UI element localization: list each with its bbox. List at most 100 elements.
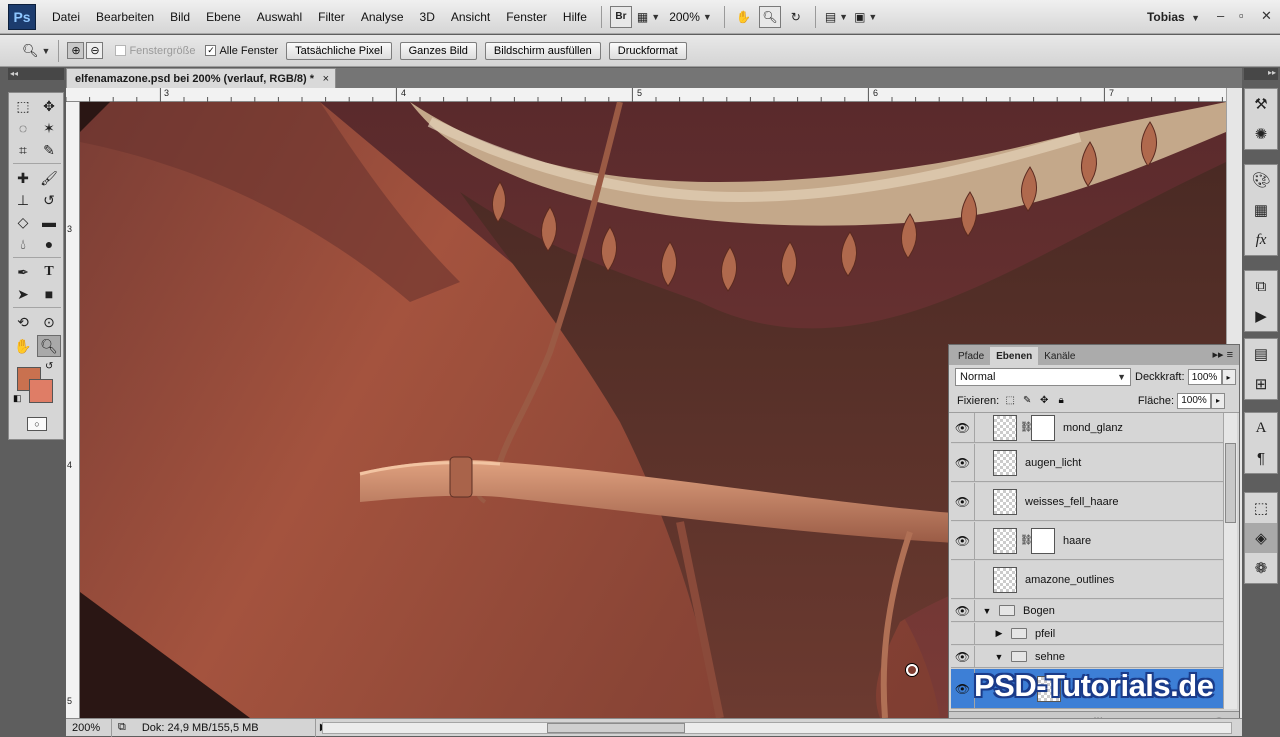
- layer-row[interactable]: 👁︎ augen_licht: [951, 444, 1225, 482]
- print-size-button[interactable]: Druckformat: [608, 41, 687, 60]
- zoom-tool[interactable]: 🔍︎: [37, 335, 61, 357]
- paragraph-panel-button[interactable]: ¶: [1245, 443, 1277, 473]
- layer-row[interactable]: 👁︎ weisses_fell_haare: [951, 483, 1225, 521]
- visibility-eye-icon[interactable]: 👁︎: [951, 483, 975, 520]
- lasso-tool[interactable]: ◌: [11, 117, 35, 139]
- lock-all-icon[interactable]: 🔒︎: [1055, 395, 1067, 407]
- lock-pixels-icon[interactable]: ✎: [1021, 395, 1033, 407]
- type-tool[interactable]: T: [37, 261, 61, 283]
- lock-position-icon[interactable]: ✥: [1038, 395, 1050, 407]
- workspace-user-menu[interactable]: Tobias ▼: [1147, 10, 1200, 24]
- swap-colors-icon[interactable]: ↺: [45, 361, 53, 372]
- tab-pfade[interactable]: Pfade: [952, 347, 990, 365]
- opacity-input[interactable]: 100%: [1187, 369, 1222, 385]
- fill-slider-button[interactable]: ▸: [1211, 392, 1225, 409]
- visibility-eye-empty[interactable]: [951, 623, 975, 644]
- visibility-eye-icon[interactable]: 👁︎: [951, 600, 975, 621]
- resize-windows-checkbox[interactable]: Fenstergröße: [115, 45, 195, 57]
- visibility-eye-icon[interactable]: 👁︎: [951, 522, 975, 559]
- menu-analyse[interactable]: Analyse: [353, 10, 412, 24]
- zoom-status-field[interactable]: 200%: [66, 718, 112, 737]
- swatches-panel-button[interactable]: ▦: [1245, 195, 1277, 225]
- bridge-button[interactable]: Br: [609, 5, 632, 28]
- actions-panel-button[interactable]: ▶: [1245, 301, 1277, 331]
- healing-brush-tool[interactable]: ✚: [11, 167, 35, 189]
- layer-mask-thumbnail[interactable]: [1031, 527, 1055, 554]
- screen-mode-button[interactable]: ▣ ▼: [853, 6, 878, 28]
- menu-datei[interactable]: Datei: [44, 10, 88, 24]
- panel-menu-icon[interactable]: ▸▸ ≡: [1212, 348, 1233, 361]
- lock-transparency-icon[interactable]: ⬚: [1004, 395, 1016, 407]
- 3d-rotate-tool[interactable]: ⟲: [11, 311, 35, 333]
- visibility-eye-empty[interactable]: [951, 561, 975, 598]
- layer-group-row[interactable]: ▶ pfeil: [951, 623, 1225, 645]
- magic-wand-tool[interactable]: ✶: [37, 117, 61, 139]
- menu-auswahl[interactable]: Auswahl: [249, 10, 310, 24]
- background-color-swatch[interactable]: [29, 379, 53, 403]
- layer-row[interactable]: 👁︎ ⛓ haare: [951, 522, 1225, 560]
- layers-panel-button[interactable]: ◈: [1245, 523, 1277, 553]
- expanded-arrow-icon[interactable]: ▼: [981, 606, 993, 616]
- link-chain-icon[interactable]: ⛓: [1020, 422, 1033, 433]
- blend-mode-select[interactable]: Normal ▼: [955, 368, 1131, 386]
- opacity-slider-button[interactable]: ▸: [1221, 369, 1236, 385]
- link-chain-icon[interactable]: ⛓: [1020, 535, 1033, 546]
- zoom-tool-button[interactable]: 🔍︎: [758, 5, 781, 28]
- maximize-icon[interactable]: ▫: [1239, 8, 1244, 23]
- menu-bearbeiten[interactable]: Bearbeiten: [88, 10, 162, 24]
- rotate-view-button[interactable]: ↻: [785, 6, 807, 28]
- dock-header[interactable]: ▸▸: [1244, 68, 1278, 80]
- fit-screen-button[interactable]: Ganzes Bild: [399, 41, 477, 60]
- toolbox-header[interactable]: ◂◂: [8, 68, 64, 80]
- zoom-level-select[interactable]: 200% ▼: [669, 10, 712, 24]
- history-brush-tool[interactable]: ↺: [37, 189, 61, 211]
- zoom-in-button[interactable]: ⊕: [67, 42, 85, 59]
- eraser-tool[interactable]: ◇: [11, 211, 35, 233]
- minimize-icon[interactable]: –: [1217, 8, 1224, 23]
- quick-mask-button[interactable]: ○: [27, 417, 47, 431]
- canvas-horizontal-scrollbar[interactable]: [322, 722, 1232, 734]
- document-tab[interactable]: elfenamazone.psd bei 200% (verlauf, RGB/…: [66, 68, 336, 88]
- menu-ansicht[interactable]: Ansicht: [443, 10, 498, 24]
- hand-tool-button[interactable]: ✋: [733, 6, 755, 28]
- actual-pixels-button[interactable]: Tatsächliche Pixel: [286, 41, 392, 60]
- scrollbar-thumb[interactable]: [1225, 443, 1236, 523]
- menu-bild[interactable]: Bild: [162, 10, 198, 24]
- document-info[interactable]: Dok: 24,9 MB/155,5 MB: [126, 718, 316, 737]
- arrange-documents-button[interactable]: ▤ ▼: [824, 6, 849, 28]
- all-windows-checkbox[interactable]: ✓ Alle Fenster: [205, 45, 278, 57]
- default-colors-icon[interactable]: ◧: [13, 393, 22, 404]
- eyedropper-tool[interactable]: ✎: [37, 139, 61, 161]
- status-info-icon[interactable]: ⧉: [112, 721, 126, 734]
- menu-filter[interactable]: Filter: [310, 10, 353, 24]
- visibility-eye-icon[interactable]: 👁︎: [951, 646, 975, 667]
- collapsed-arrow-icon[interactable]: ▶: [993, 628, 1005, 639]
- tool-presets-panel-button[interactable]: ⚒: [1245, 89, 1277, 119]
- layer-mask-thumbnail[interactable]: [1031, 414, 1055, 441]
- visibility-eye-icon[interactable]: 👁︎: [951, 669, 975, 708]
- tool-preset-picker[interactable]: 🔍︎ ▼: [22, 43, 50, 59]
- pen-tool[interactable]: ✒: [11, 261, 35, 283]
- menu-ebene[interactable]: Ebene: [198, 10, 249, 24]
- color-panel-button[interactable]: 🎨︎: [1245, 165, 1277, 195]
- move-tool[interactable]: ✥: [37, 95, 61, 117]
- menu-fenster[interactable]: Fenster: [498, 10, 555, 24]
- dodge-tool[interactable]: ●: [37, 233, 61, 255]
- tab-ebenen[interactable]: Ebenen: [990, 347, 1039, 365]
- hand-tool[interactable]: ✋: [11, 335, 35, 357]
- close-icon[interactable]: ✕: [1261, 8, 1272, 24]
- character-panel-button[interactable]: A: [1245, 413, 1277, 443]
- scrollbar-thumb[interactable]: [547, 723, 685, 733]
- extras-button[interactable]: ▦ ▼: [636, 6, 661, 28]
- fill-screen-button[interactable]: Bildschirm ausfüllen: [484, 41, 601, 60]
- animation-panel-button[interactable]: ▤: [1245, 339, 1277, 369]
- marquee-tool[interactable]: ⬚: [11, 95, 35, 117]
- menu-hilfe[interactable]: Hilfe: [555, 10, 595, 24]
- clone-stamp-tool[interactable]: ⊥: [11, 189, 35, 211]
- layer-row[interactable]: amazone_outlines: [951, 561, 1225, 599]
- crop-tool[interactable]: ⌗: [11, 139, 35, 161]
- shape-tool[interactable]: ■: [37, 283, 61, 305]
- styles-panel-button[interactable]: fx: [1245, 225, 1277, 255]
- channels-panel-button[interactable]: ❁: [1245, 553, 1277, 583]
- tab-kanaele[interactable]: Kanäle: [1038, 347, 1081, 365]
